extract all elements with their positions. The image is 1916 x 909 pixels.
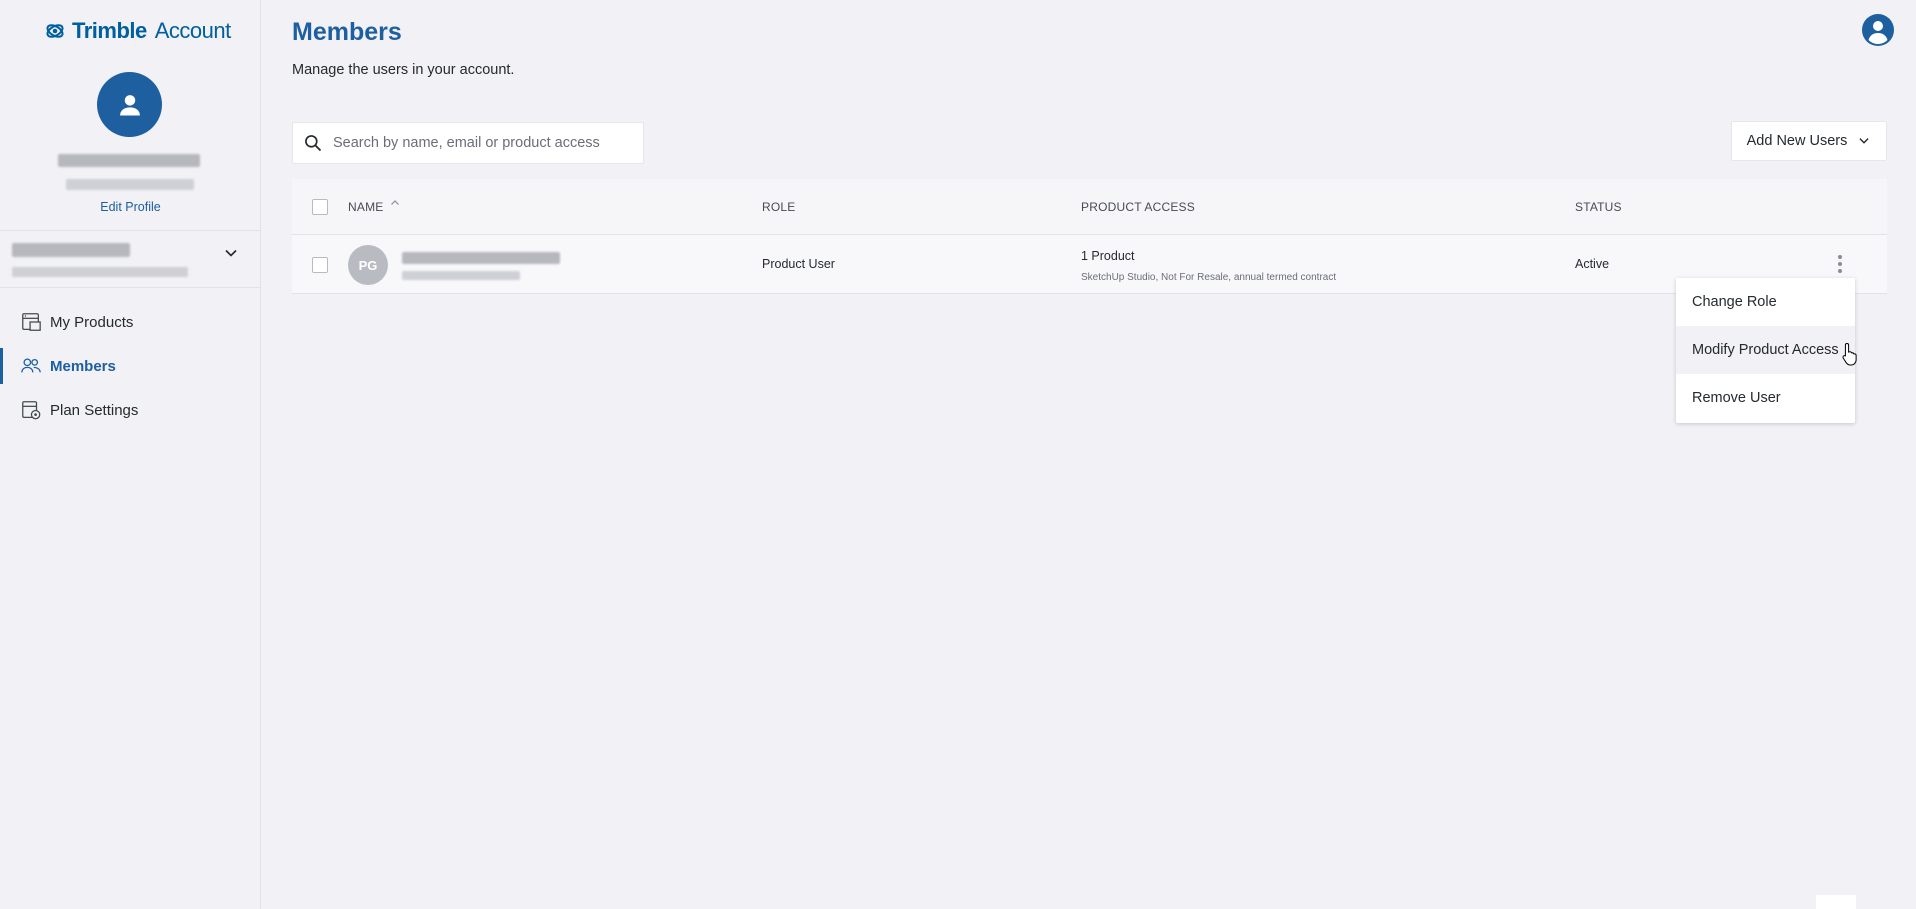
account-id-redacted — [12, 267, 188, 277]
menu-item-change-role[interactable]: Change Role — [1676, 278, 1855, 326]
brand-product: Account — [154, 18, 232, 43]
page-title: Members — [292, 18, 402, 46]
row-actions-kebab-icon[interactable] — [1835, 253, 1845, 275]
member-avatar: PG — [348, 245, 388, 285]
menu-item-modify-product-access[interactable]: Modify Product Access — [1676, 326, 1855, 374]
profile-avatar[interactable] — [97, 72, 162, 137]
search-box — [292, 122, 644, 164]
chevron-down-icon — [1859, 138, 1869, 144]
members-icon — [21, 358, 41, 373]
corner-decoration — [1816, 895, 1856, 909]
chevron-down-icon — [225, 249, 237, 257]
profile-name-redacted — [58, 154, 200, 167]
members-table: NAME ROLE PRODUCT ACCESS STATUS PG Produ… — [292, 179, 1887, 294]
account-selector[interactable] — [0, 231, 261, 287]
member-role: Product User — [762, 257, 835, 271]
table-header: NAME ROLE PRODUCT ACCESS STATUS — [292, 179, 1887, 235]
account-name-redacted — [12, 243, 130, 257]
column-header-label: NAME — [348, 199, 384, 214]
products-icon — [22, 313, 41, 331]
member-email-redacted — [402, 271, 520, 280]
member-product-count: 1 Product — [1081, 249, 1135, 263]
sidebar-item-members[interactable]: Members — [0, 344, 261, 388]
account-avatar-icon[interactable] — [1862, 14, 1894, 46]
member-product-detail: SketchUp Studio, Not For Resale, annual … — [1081, 272, 1337, 283]
brand-name: Trimble — [72, 18, 147, 43]
user-icon — [119, 94, 140, 115]
select-all-checkbox[interactable] — [312, 199, 328, 215]
column-header-name[interactable]: NAME — [348, 200, 401, 214]
member-name-redacted — [402, 252, 560, 264]
column-header-status: STATUS — [1575, 199, 1622, 214]
page-subtitle: Manage the users in your account. — [292, 62, 515, 78]
table-row[interactable]: PG Product User 1 Product SketchUp Studi… — [292, 235, 1887, 294]
row-actions-menu: Change Role Modify Product Access Remove… — [1676, 278, 1855, 423]
menu-item-remove-user[interactable]: Remove User — [1676, 374, 1855, 422]
add-new-users-label: Add New Users — [1746, 133, 1848, 149]
profile-email-redacted — [66, 179, 194, 190]
sidebar-divider-2 — [0, 287, 261, 288]
edit-profile-link[interactable]: Edit Profile — [0, 200, 261, 214]
sidebar-item-label: My Products — [50, 313, 134, 331]
member-status: Active — [1575, 257, 1610, 271]
sidebar-item-my-products[interactable]: My Products — [0, 300, 261, 344]
hand-cursor-icon — [1842, 342, 1857, 366]
sidebar: Trimble Account Edit Profile My Products — [0, 0, 261, 909]
column-header-role: ROLE — [762, 199, 796, 214]
sidebar-item-label: Plan Settings — [50, 401, 139, 419]
sidebar-item-label: Members — [50, 357, 116, 375]
plan-settings-icon — [22, 401, 41, 420]
search-input[interactable] — [333, 135, 643, 151]
sort-ascending-icon — [391, 199, 400, 205]
trimble-globe-icon — [46, 24, 64, 38]
sidebar-item-plan-settings[interactable]: Plan Settings — [0, 388, 261, 432]
search-icon — [305, 135, 322, 152]
column-header-product-access: PRODUCT ACCESS — [1081, 199, 1195, 214]
add-new-users-button[interactable]: Add New Users — [1731, 121, 1887, 161]
row-checkbox[interactable] — [312, 257, 328, 273]
sidebar-nav: My Products Members Plan Settings — [0, 300, 261, 432]
trimble-logo[interactable]: Trimble Account — [44, 18, 231, 44]
